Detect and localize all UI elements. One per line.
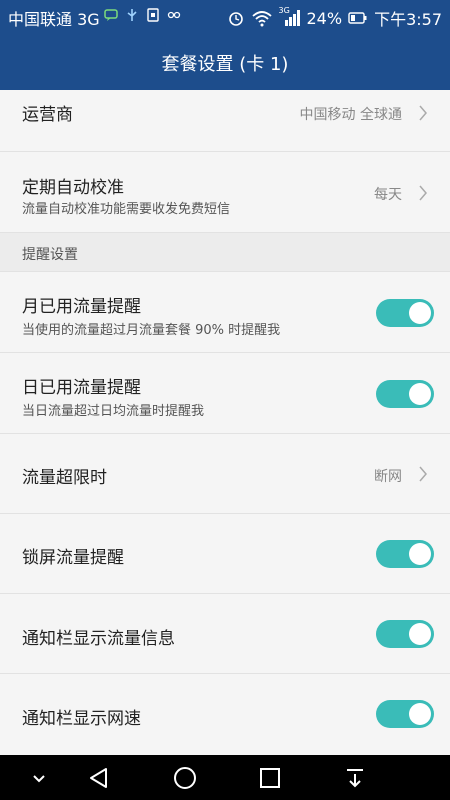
- alarm-icon: [228, 12, 243, 26]
- daily-reminder-toggle[interactable]: [376, 380, 434, 408]
- clock: 下午3:57: [374, 10, 442, 29]
- chevron-right-icon: [419, 466, 427, 482]
- sim-icon: [147, 8, 159, 22]
- dropdown-icon[interactable]: [26, 765, 52, 791]
- monthly-reminder-subtitle: 当使用的流量超过月流量套餐 90% 时提醒我: [22, 323, 281, 338]
- lockscreen-reminder-label: 锁屏流量提醒: [22, 548, 124, 568]
- monthly-reminder-label: 月已用流量提醒: [22, 297, 141, 317]
- monthly-reminder-toggle[interactable]: [376, 299, 434, 327]
- auto-calibrate-value: 每天: [374, 187, 402, 203]
- toggle-knob: [409, 543, 431, 565]
- wifi-icon: [251, 11, 272, 27]
- usb-icon: [127, 9, 137, 21]
- lockscreen-reminder-toggle[interactable]: [376, 540, 434, 568]
- operator-label: 运营商: [22, 105, 73, 125]
- section-header-label: 提醒设置: [22, 247, 78, 263]
- voicemail-icon: [167, 11, 181, 19]
- carrier-label: 中国联通 3G: [8, 10, 100, 29]
- notification-speed-toggle[interactable]: [376, 700, 434, 728]
- back-icon[interactable]: [86, 765, 112, 791]
- home-icon[interactable]: [172, 765, 198, 791]
- navigation-bar: [0, 755, 450, 800]
- notification-traffic-toggle[interactable]: [376, 620, 434, 648]
- auto-calibrate-subtitle: 流量自动校准功能需要收发免费短信: [22, 202, 231, 217]
- notification-traffic-label: 通知栏显示流量信息: [22, 629, 175, 649]
- auto-calibrate-row[interactable]: 定期自动校准 流量自动校准功能需要收发免费短信 每天: [0, 152, 450, 233]
- toggle-knob: [409, 302, 431, 324]
- monthly-reminder-row[interactable]: 月已用流量提醒 当使用的流量超过月流量套餐 90% 时提醒我: [0, 272, 450, 353]
- status-bar: 中国联通 3G 3G 24% 下午3:57: [0, 0, 450, 33]
- notification-pull-icon[interactable]: [342, 765, 368, 791]
- lockscreen-reminder-row[interactable]: 锁屏流量提醒: [0, 514, 450, 594]
- notification-traffic-row[interactable]: 通知栏显示流量信息: [0, 594, 450, 674]
- title-bar: 套餐设置 (卡 1): [0, 33, 450, 90]
- auto-calibrate-label: 定期自动校准: [22, 178, 124, 198]
- reminder-section-header: 提醒设置: [0, 233, 450, 272]
- page-title: 套餐设置 (卡 1): [161, 54, 289, 75]
- status-icons-right: 3G 24% 下午3:57: [227, 6, 442, 30]
- notification-speed-label: 通知栏显示网速: [22, 709, 141, 729]
- over-limit-value: 断网: [374, 469, 402, 485]
- notification-speed-row[interactable]: 通知栏显示网速: [0, 674, 450, 755]
- over-limit-row[interactable]: 流量超限时 断网: [0, 434, 450, 514]
- toggle-knob: [409, 383, 431, 405]
- operator-row[interactable]: 运营商 中国移动 全球通: [0, 90, 450, 152]
- chevron-right-icon: [419, 105, 427, 121]
- settings-list[interactable]: 运营商 中国移动 全球通 定期自动校准 流量自动校准功能需要收发免费短信 每天 …: [0, 90, 450, 755]
- operator-value: 中国移动 全球通: [299, 107, 402, 123]
- signal-icon: 3G: [279, 6, 301, 27]
- chevron-right-icon: [419, 185, 427, 201]
- over-limit-label: 流量超限时: [22, 468, 107, 488]
- toggle-knob: [409, 623, 431, 645]
- battery-percent: 24%: [306, 8, 343, 28]
- daily-reminder-label: 日已用流量提醒: [22, 378, 141, 398]
- daily-reminder-subtitle: 当日流量超过日均流量时提醒我: [22, 404, 205, 419]
- battery-icon: [348, 12, 367, 24]
- status-icons-left: [104, 8, 181, 22]
- chat-icon: [104, 9, 118, 21]
- recents-icon[interactable]: [257, 765, 283, 791]
- toggle-knob: [409, 703, 431, 725]
- daily-reminder-row[interactable]: 日已用流量提醒 当日流量超过日均流量时提醒我: [0, 353, 450, 434]
